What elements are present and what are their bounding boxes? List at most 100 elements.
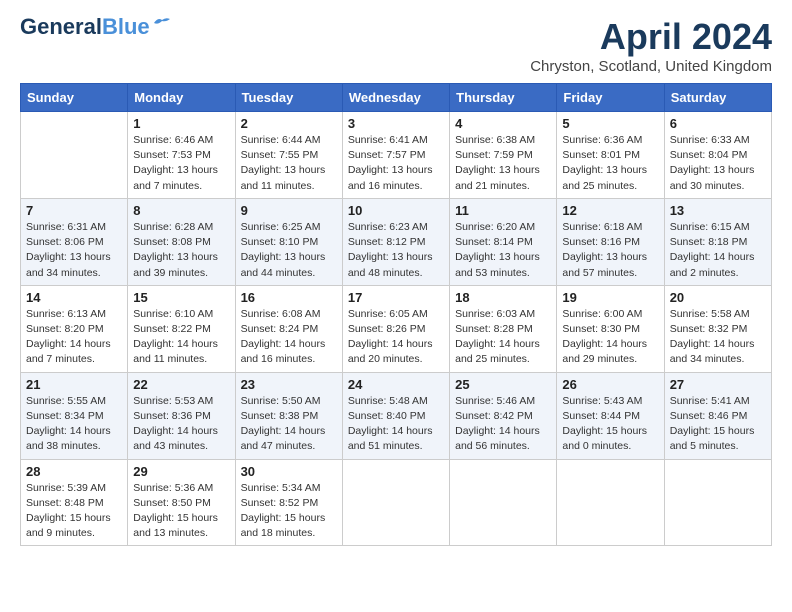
day-info: Sunrise: 6:46 AM Sunset: 7:53 PM Dayligh…: [133, 133, 229, 194]
calendar-week-row: 14 Sunrise: 6:13 AM Sunset: 8:20 PM Dayli…: [21, 285, 772, 372]
calendar-cell: 8 Sunrise: 6:28 AM Sunset: 8:08 PM Daylig…: [128, 198, 235, 285]
logo-text: GeneralBlue: [20, 16, 150, 38]
day-info: Sunrise: 6:33 AM Sunset: 8:04 PM Dayligh…: [670, 133, 766, 194]
day-number: 11: [455, 203, 551, 218]
calendar-cell: 17 Sunrise: 6:05 AM Sunset: 8:26 PM Dayli…: [342, 285, 449, 372]
day-info: Sunrise: 6:08 AM Sunset: 8:24 PM Dayligh…: [241, 307, 337, 368]
calendar-cell: 11 Sunrise: 6:20 AM Sunset: 8:14 PM Dayli…: [450, 198, 557, 285]
day-number: 15: [133, 290, 229, 305]
calendar-cell: 12Sunrise: 6:18 AM Sunset: 8:16 PM Dayli…: [557, 198, 664, 285]
day-info: Sunrise: 6:13 AM Sunset: 8:20 PM Dayligh…: [26, 307, 122, 368]
day-number: 20: [670, 290, 766, 305]
day-info: Sunrise: 6:41 AM Sunset: 7:57 PM Dayligh…: [348, 133, 444, 194]
day-number: 16: [241, 290, 337, 305]
day-number: 6: [670, 116, 766, 131]
weekday-header-friday: Friday: [557, 84, 664, 112]
day-info: Sunrise: 6:15 AM Sunset: 8:18 PM Dayligh…: [670, 220, 766, 281]
calendar-cell: 10 Sunrise: 6:23 AM Sunset: 8:12 PM Dayli…: [342, 198, 449, 285]
day-number: 1: [133, 116, 229, 131]
calendar-week-row: 1 Sunrise: 6:46 AM Sunset: 7:53 PM Daylig…: [21, 112, 772, 199]
calendar-cell: 7 Sunrise: 6:31 AM Sunset: 8:06 PM Daylig…: [21, 198, 128, 285]
weekday-header-thursday: Thursday: [450, 84, 557, 112]
calendar-cell: 24 Sunrise: 5:48 AM Sunset: 8:40 PM Dayli…: [342, 372, 449, 459]
calendar-cell: 13 Sunrise: 6:15 AM Sunset: 8:18 PM Dayli…: [664, 198, 771, 285]
day-info: Sunrise: 6:28 AM Sunset: 8:08 PM Dayligh…: [133, 220, 229, 281]
day-info: Sunrise: 6:05 AM Sunset: 8:26 PM Dayligh…: [348, 307, 444, 368]
day-info: Sunrise: 6:23 AM Sunset: 8:12 PM Dayligh…: [348, 220, 444, 281]
day-number: 29: [133, 464, 229, 479]
calendar-cell: 18 Sunrise: 6:03 AM Sunset: 8:28 PM Dayli…: [450, 285, 557, 372]
calendar-week-row: 28 Sunrise: 5:39 AM Sunset: 8:48 PM Dayli…: [21, 459, 772, 546]
day-info: Sunrise: 6:00 AM Sunset: 8:30 PM Dayligh…: [562, 307, 658, 368]
day-number: 26: [562, 377, 658, 392]
day-number: 9: [241, 203, 337, 218]
calendar-cell: 14 Sunrise: 6:13 AM Sunset: 8:20 PM Dayli…: [21, 285, 128, 372]
day-number: 18: [455, 290, 551, 305]
day-number: 27: [670, 377, 766, 392]
day-info: Sunrise: 5:48 AM Sunset: 8:40 PM Dayligh…: [348, 394, 444, 455]
day-info: Sunrise: 5:36 AM Sunset: 8:50 PM Dayligh…: [133, 481, 229, 542]
day-number: 28: [26, 464, 122, 479]
day-number: 8: [133, 203, 229, 218]
calendar-cell: [557, 459, 664, 546]
logo: GeneralBlue: [20, 16, 172, 38]
calendar-cell: 25 Sunrise: 5:46 AM Sunset: 8:42 PM Dayli…: [450, 372, 557, 459]
day-number: 25: [455, 377, 551, 392]
calendar-cell: 15 Sunrise: 6:10 AM Sunset: 8:22 PM Dayli…: [128, 285, 235, 372]
title-block: April 2024 Chryston, Scotland, United Ki…: [530, 16, 772, 75]
calendar-cell: 9 Sunrise: 6:25 AM Sunset: 8:10 PM Daylig…: [235, 198, 342, 285]
weekday-header-monday: Monday: [128, 84, 235, 112]
day-info: Sunrise: 5:39 AM Sunset: 8:48 PM Dayligh…: [26, 481, 122, 542]
day-info: Sunrise: 6:38 AM Sunset: 7:59 PM Dayligh…: [455, 133, 551, 194]
calendar-cell: 3Sunrise: 6:41 AM Sunset: 7:57 PM Daylig…: [342, 112, 449, 199]
calendar-cell: 26 Sunrise: 5:43 AM Sunset: 8:44 PM Dayli…: [557, 372, 664, 459]
day-number: 30: [241, 464, 337, 479]
weekday-header-row: SundayMondayTuesdayWednesdayThursdayFrid…: [21, 84, 772, 112]
calendar-week-row: 7 Sunrise: 6:31 AM Sunset: 8:06 PM Daylig…: [21, 198, 772, 285]
calendar-cell: 20Sunrise: 5:58 AM Sunset: 8:32 PM Dayli…: [664, 285, 771, 372]
weekday-header-tuesday: Tuesday: [235, 84, 342, 112]
day-number: 12: [562, 203, 658, 218]
calendar-cell: 22 Sunrise: 5:53 AM Sunset: 8:36 PM Dayli…: [128, 372, 235, 459]
calendar-cell: [342, 459, 449, 546]
calendar-cell: 2Sunrise: 6:44 AM Sunset: 7:55 PM Daylig…: [235, 112, 342, 199]
month-title: April 2024: [530, 16, 772, 58]
day-number: 14: [26, 290, 122, 305]
calendar-cell: 28 Sunrise: 5:39 AM Sunset: 8:48 PM Dayli…: [21, 459, 128, 546]
calendar-cell: [664, 459, 771, 546]
day-number: 5: [562, 116, 658, 131]
day-info: Sunrise: 6:10 AM Sunset: 8:22 PM Dayligh…: [133, 307, 229, 368]
day-number: 7: [26, 203, 122, 218]
day-number: 10: [348, 203, 444, 218]
calendar-cell: 16 Sunrise: 6:08 AM Sunset: 8:24 PM Dayli…: [235, 285, 342, 372]
day-info: Sunrise: 6:25 AM Sunset: 8:10 PM Dayligh…: [241, 220, 337, 281]
calendar-week-row: 21 Sunrise: 5:55 AM Sunset: 8:34 PM Dayli…: [21, 372, 772, 459]
day-info: Sunrise: 5:34 AM Sunset: 8:52 PM Dayligh…: [241, 481, 337, 542]
calendar-cell: 29 Sunrise: 5:36 AM Sunset: 8:50 PM Dayli…: [128, 459, 235, 546]
weekday-header-sunday: Sunday: [21, 84, 128, 112]
day-info: Sunrise: 5:46 AM Sunset: 8:42 PM Dayligh…: [455, 394, 551, 455]
day-info: Sunrise: 6:03 AM Sunset: 8:28 PM Dayligh…: [455, 307, 551, 368]
logo-bird-icon: [152, 15, 172, 31]
day-info: Sunrise: 6:31 AM Sunset: 8:06 PM Dayligh…: [26, 220, 122, 281]
day-number: 13: [670, 203, 766, 218]
day-info: Sunrise: 6:20 AM Sunset: 8:14 PM Dayligh…: [455, 220, 551, 281]
calendar-cell: 19 Sunrise: 6:00 AM Sunset: 8:30 PM Dayli…: [557, 285, 664, 372]
day-number: 23: [241, 377, 337, 392]
day-number: 24: [348, 377, 444, 392]
weekday-header-saturday: Saturday: [664, 84, 771, 112]
day-info: Sunrise: 5:53 AM Sunset: 8:36 PM Dayligh…: [133, 394, 229, 455]
day-number: 19: [562, 290, 658, 305]
day-number: 17: [348, 290, 444, 305]
calendar-cell: 30 Sunrise: 5:34 AM Sunset: 8:52 PM Dayli…: [235, 459, 342, 546]
day-info: Sunrise: 6:36 AM Sunset: 8:01 PM Dayligh…: [562, 133, 658, 194]
day-number: 22: [133, 377, 229, 392]
calendar-cell: 1 Sunrise: 6:46 AM Sunset: 7:53 PM Daylig…: [128, 112, 235, 199]
day-info: Sunrise: 5:50 AM Sunset: 8:38 PM Dayligh…: [241, 394, 337, 455]
day-info: Sunrise: 5:55 AM Sunset: 8:34 PM Dayligh…: [26, 394, 122, 455]
day-info: Sunrise: 5:43 AM Sunset: 8:44 PM Dayligh…: [562, 394, 658, 455]
calendar-cell: 5 Sunrise: 6:36 AM Sunset: 8:01 PM Daylig…: [557, 112, 664, 199]
page-header: GeneralBlue April 2024 Chryston, Scotlan…: [20, 16, 772, 75]
day-number: 21: [26, 377, 122, 392]
day-info: Sunrise: 5:41 AM Sunset: 8:46 PM Dayligh…: [670, 394, 766, 455]
